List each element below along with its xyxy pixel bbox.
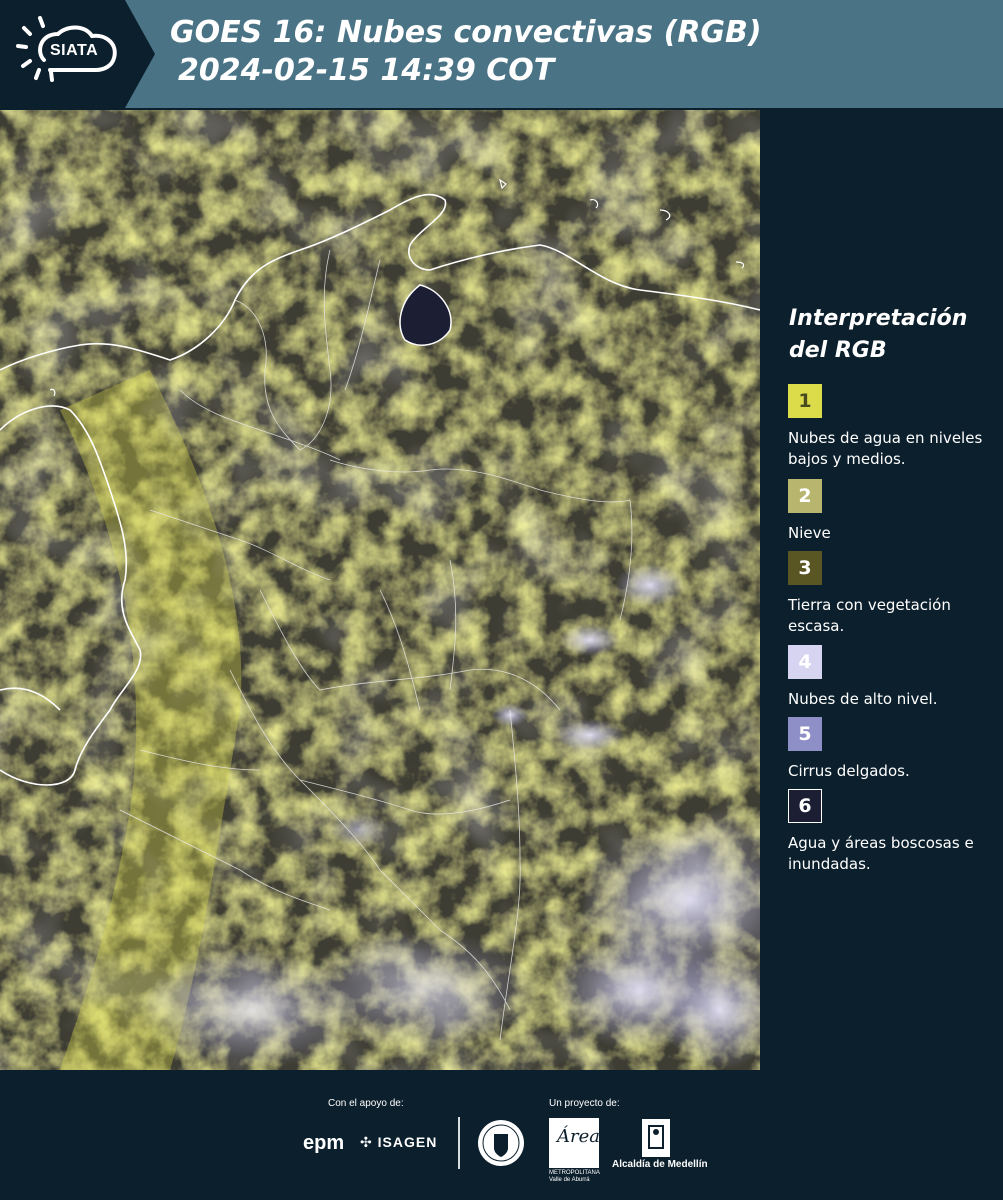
footer: Con el apoyo de: Un proyecto de: epm ✣ I… xyxy=(0,1070,1003,1200)
legend-swatch-2: 2 xyxy=(788,479,822,513)
support-label: Con el apoyo de: xyxy=(328,1098,404,1109)
legend-item-4: 4 Nubes de alto nivel. xyxy=(788,645,998,710)
alcaldia-shield-icon xyxy=(642,1119,670,1157)
isagen-logo: ✣ ISAGEN xyxy=(360,1134,438,1150)
title-line-1: GOES 16: Nubes convectivas (RGB) xyxy=(170,15,762,50)
legend-swatch-4: 4 xyxy=(788,645,822,679)
legend-label-6: Agua y áreas boscosas e inundadas. xyxy=(788,834,974,873)
satellite-image xyxy=(0,110,760,1070)
siata-logo: SIATA xyxy=(0,0,155,108)
title-line-2: 2024-02-15 14:39 COT xyxy=(178,53,555,88)
siata-wordmark: SIATA xyxy=(50,42,99,59)
header-bar: SIATA GOES 16: Nubes convectivas (RGB) 2… xyxy=(0,0,1003,108)
area-metropolitana-text: METROPOLITANA Valle de Aburrá xyxy=(549,1170,600,1183)
legend-item-6: 6 Agua y áreas boscosas e inundadas. xyxy=(788,789,998,875)
legend-label-5: Cirrus delgados. xyxy=(788,762,910,780)
legend-panel: Interpretación del RGB 1 Nubes de agua e… xyxy=(760,110,1003,1070)
legend-label-4: Nubes de alto nivel. xyxy=(788,690,938,708)
page-title: GOES 16: Nubes convectivas (RGB) 2024-02… xyxy=(170,14,762,90)
medellin-seal-icon xyxy=(478,1120,524,1166)
legend-label-2: Nieve xyxy=(788,524,831,542)
legend-swatch-5: 5 xyxy=(788,717,822,751)
legend-item-1: 1 Nubes de agua en niveles bajos y medio… xyxy=(788,384,998,470)
footer-divider xyxy=(458,1117,460,1169)
legend-item-5: 5 Cirrus delgados. xyxy=(788,717,998,782)
project-label: Un proyecto de: xyxy=(549,1098,620,1109)
legend-label-3: Tierra con vegetación escasa. xyxy=(788,596,951,635)
legend-swatch-1: 1 xyxy=(788,384,822,418)
legend-item-2: 2 Nieve xyxy=(788,479,998,544)
legend-swatch-3: 3 xyxy=(788,551,822,585)
satellite-map-svg xyxy=(0,110,760,1070)
legend-title: Interpretación del RGB xyxy=(789,306,968,363)
area-metropolitana-logo: Área xyxy=(549,1118,600,1168)
epm-logo: epm xyxy=(303,1132,345,1154)
legend-label-1: Nubes de agua en niveles bajos y medios. xyxy=(788,429,983,468)
legend-swatch-6: 6 xyxy=(788,789,822,823)
legend-item-3: 3 Tierra con vegetación escasa. xyxy=(788,551,998,637)
alcaldia-medellin-text: Alcaldía de Medellín xyxy=(612,1159,708,1170)
